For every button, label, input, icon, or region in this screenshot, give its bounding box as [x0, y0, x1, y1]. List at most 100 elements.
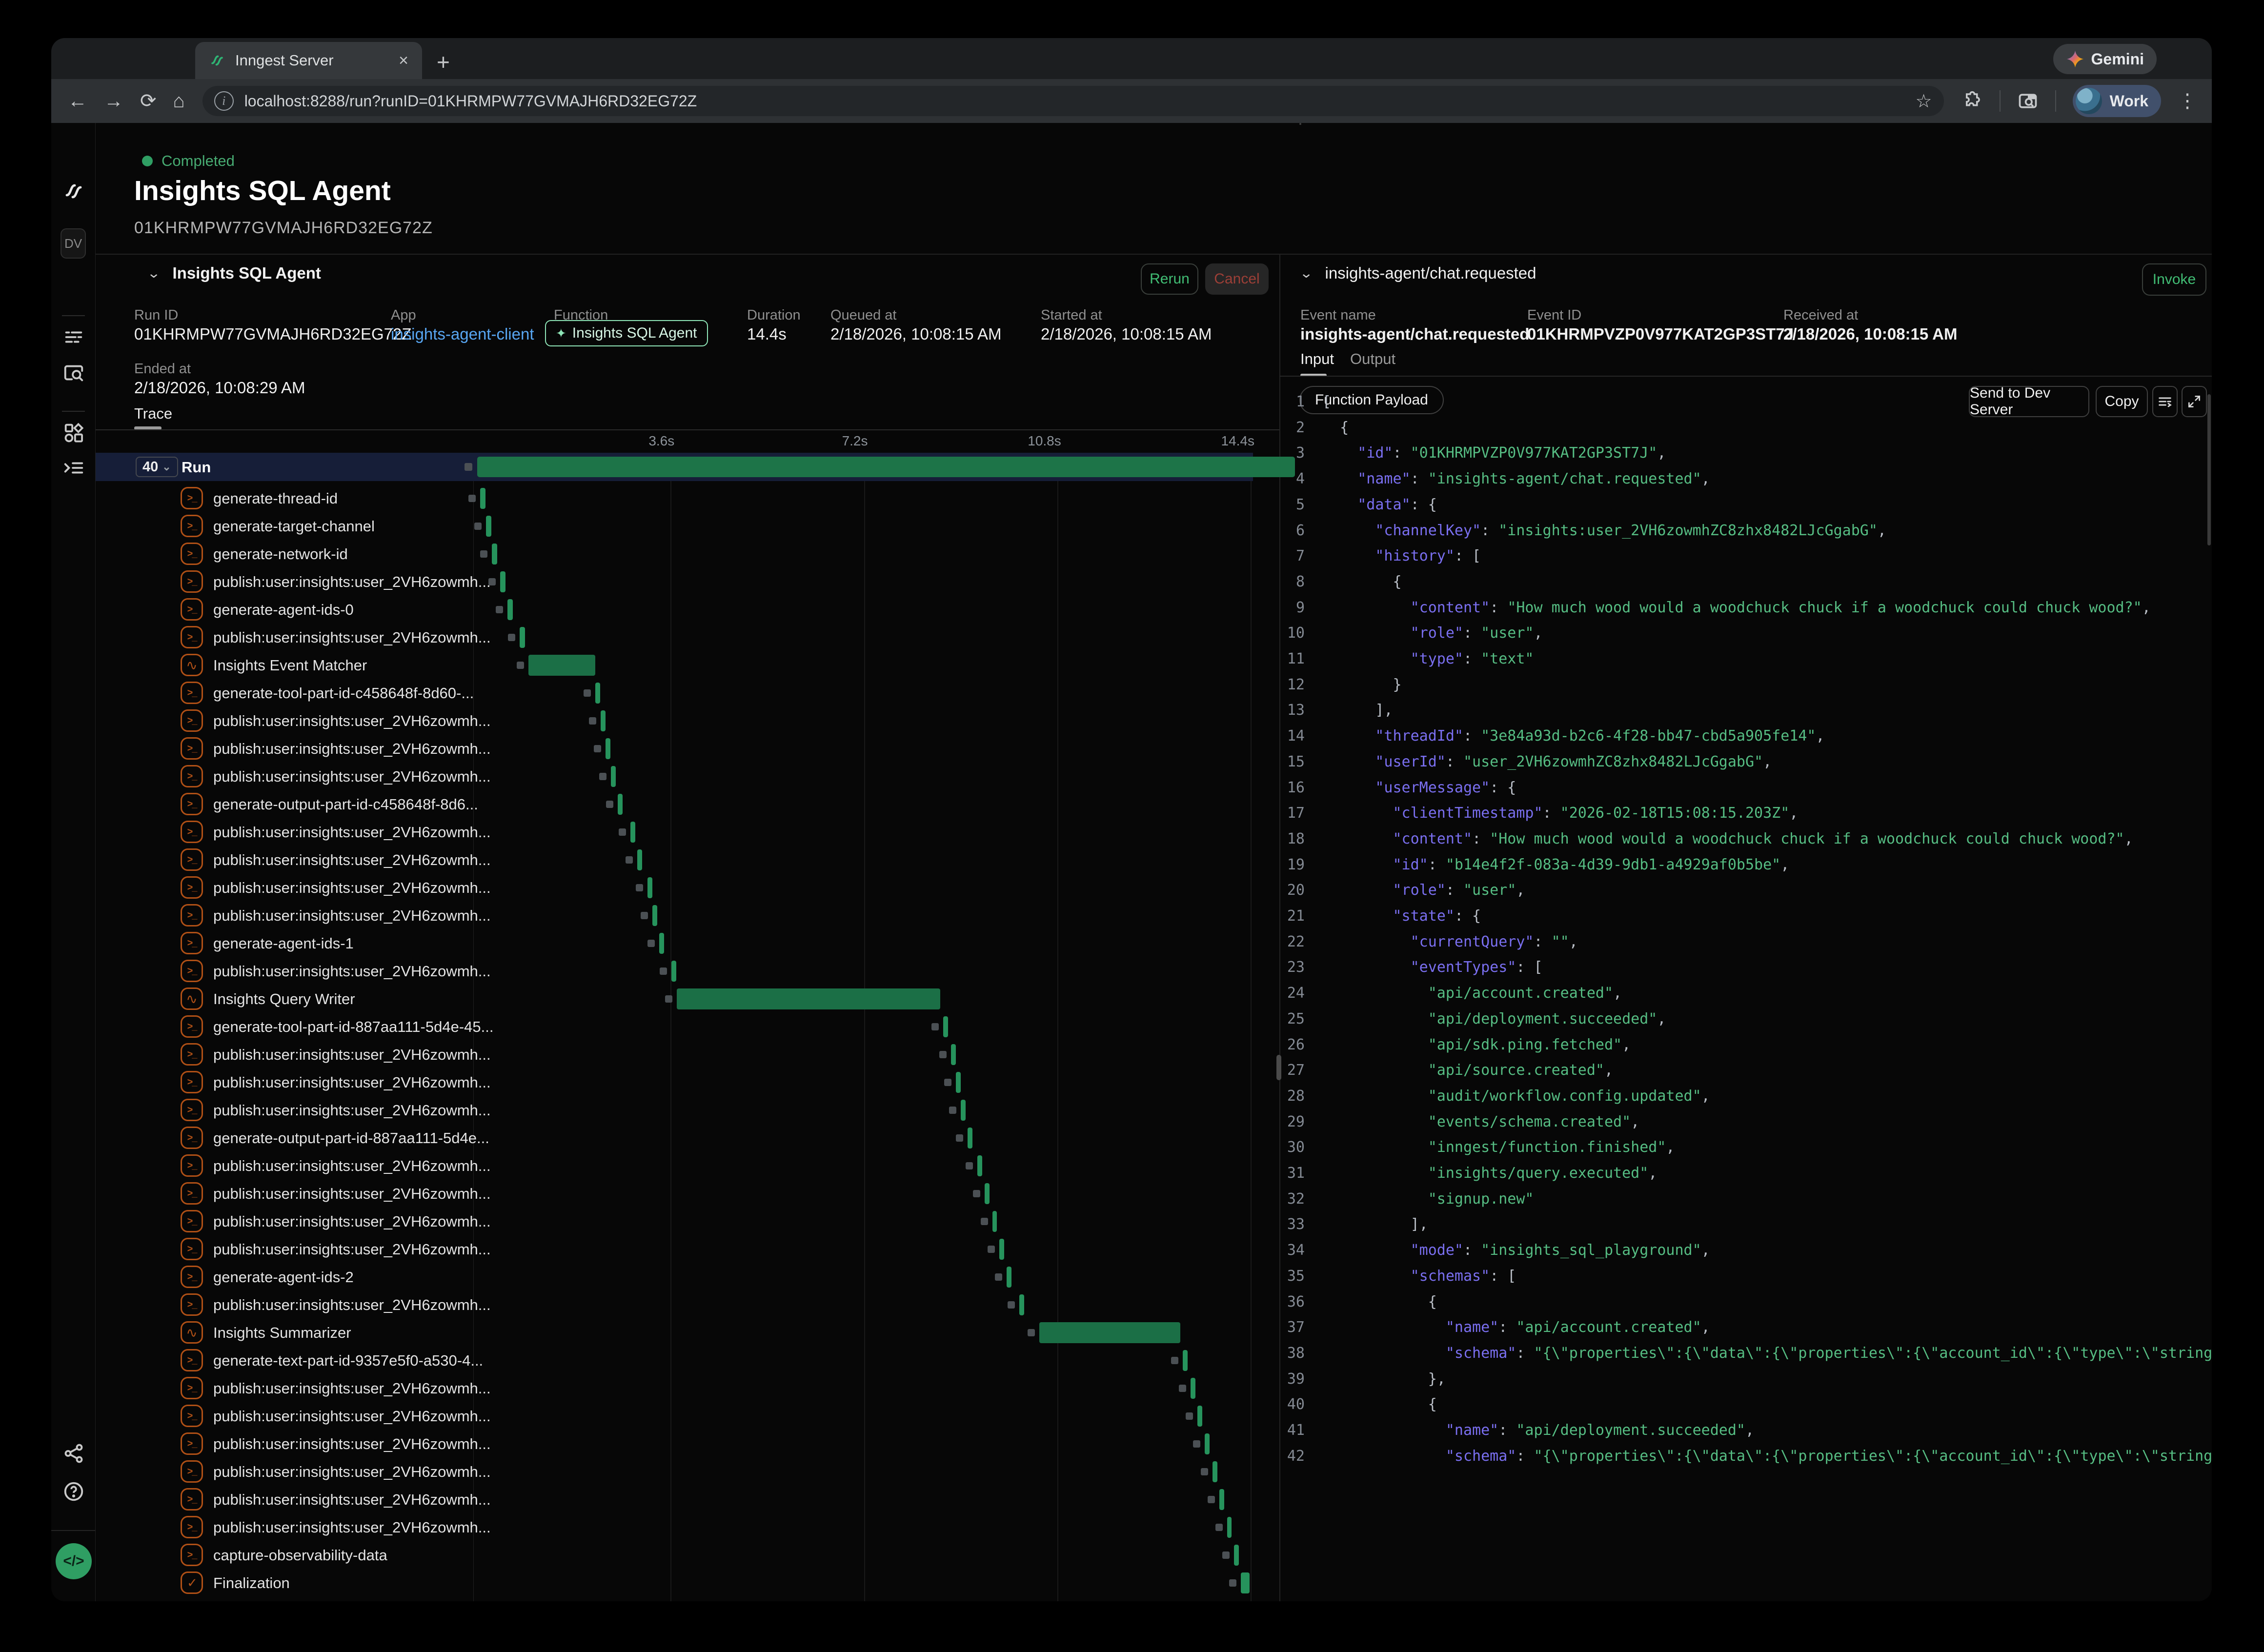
trace-row[interactable]: >_generate-output-part-id-c458648f-8d6..… — [51, 790, 1279, 818]
trace-row[interactable]: >_publish:user:insights:user_2VH6zowmh..… — [51, 707, 1279, 735]
trace-row[interactable]: >_publish:user:insights:user_2VH6zowmh..… — [51, 818, 1279, 846]
span-bar[interactable] — [595, 683, 600, 704]
forward-icon[interactable]: → — [104, 90, 123, 112]
trace-row[interactable]: >_generate-tool-part-id-887aa111-5d4e-45… — [51, 1013, 1279, 1041]
span-bar[interactable] — [1007, 1267, 1011, 1288]
trace-row[interactable]: >_generate-text-part-id-9357e5f0-a530-4.… — [51, 1347, 1279, 1374]
trace-row[interactable]: >_publish:user:insights:user_2VH6zowmh..… — [51, 1291, 1279, 1319]
span-bar[interactable] — [659, 933, 664, 954]
inngest-logo-icon[interactable] — [51, 180, 96, 203]
span-bar[interactable] — [647, 877, 652, 898]
trace-row[interactable]: >_generate-agent-ids-2 — [51, 1263, 1279, 1291]
trace-row[interactable]: >_generate-agent-ids-0 — [51, 596, 1279, 624]
span-bar[interactable] — [677, 988, 940, 1009]
span-bar[interactable] — [652, 905, 657, 926]
trace-row[interactable]: ∿Insights Query Writer — [51, 985, 1279, 1013]
rerun-button[interactable]: Rerun — [1141, 263, 1198, 295]
run-span-bar[interactable] — [477, 457, 1295, 477]
span-count-toggle[interactable]: 40⌄ — [136, 457, 178, 477]
span-bar[interactable] — [480, 488, 485, 509]
trace-row[interactable]: >_publish:user:insights:user_2VH6zowmh..… — [51, 846, 1279, 874]
sidebar-item-runs[interactable] — [51, 326, 96, 348]
trace-row[interactable]: >_publish:user:insights:user_2VH6zowmh..… — [51, 735, 1279, 763]
span-bar[interactable] — [671, 961, 676, 982]
span-bar[interactable] — [1191, 1378, 1195, 1399]
span-bar[interactable] — [637, 849, 642, 870]
tab-output[interactable]: Output — [1350, 350, 1395, 368]
run-accordion[interactable]: ⌄ Insights SQL Agent — [147, 263, 321, 283]
gemini-button[interactable]: Gemini — [2053, 44, 2157, 74]
cancel-button[interactable]: Cancel — [1205, 263, 1269, 295]
span-bar[interactable] — [528, 655, 596, 676]
span-bar[interactable] — [520, 627, 525, 648]
code-scrollbar[interactable] — [2207, 394, 2211, 545]
trace-run-row[interactable]: 40⌄ Run — [96, 453, 1253, 481]
trace-row[interactable]: >_publish:user:insights:user_2VH6zowmh..… — [51, 1402, 1279, 1430]
trace-row[interactable]: ∿Insights Summarizer — [51, 1319, 1279, 1347]
trace-row[interactable]: >_generate-agent-ids-1 — [51, 929, 1279, 957]
chevron-down-icon[interactable]: ⌄ — [1299, 265, 1314, 281]
tab-input[interactable]: Input — [1300, 350, 1334, 368]
span-bar[interactable] — [992, 1211, 997, 1232]
trace-row[interactable]: >_publish:user:insights:user_2VH6zowmh..… — [51, 1041, 1279, 1068]
span-bar[interactable] — [492, 544, 497, 564]
span-bar[interactable] — [985, 1183, 990, 1204]
trace-row[interactable]: >_publish:user:insights:user_2VH6zowmh..… — [51, 874, 1279, 902]
trace-row[interactable]: >_publish:user:insights:user_2VH6zowmh..… — [51, 568, 1279, 596]
trace-row[interactable]: ∿Insights Event Matcher — [51, 651, 1279, 679]
trace-row[interactable]: >_publish:user:insights:user_2VH6zowmh..… — [51, 1096, 1279, 1124]
span-bar[interactable] — [630, 822, 635, 843]
span-bar[interactable] — [951, 1044, 956, 1065]
field-value[interactable]: insights-agent-client — [391, 325, 534, 343]
menu-kebab-icon[interactable]: ⋮ — [2178, 90, 2197, 112]
profile-chip[interactable]: Work — [2073, 85, 2161, 117]
span-bar[interactable] — [601, 710, 606, 731]
sidebar-item-inspect[interactable] — [51, 362, 96, 384]
span-bar[interactable] — [1183, 1350, 1188, 1371]
span-bar[interactable] — [1213, 1461, 1217, 1482]
site-info-icon[interactable]: i — [214, 91, 234, 111]
span-bar[interactable] — [968, 1128, 972, 1148]
reload-icon[interactable]: ⟳ — [140, 90, 157, 112]
trace-row[interactable]: >_publish:user:insights:user_2VH6zowmh..… — [51, 1374, 1279, 1402]
trace-row[interactable]: >_generate-output-part-id-887aa111-5d4e.… — [51, 1124, 1279, 1152]
span-bar[interactable] — [486, 516, 491, 537]
payload-code-editor[interactable]: 1[2 {3 "id": "01KHRMPVZP0V977KAT2GP3ST7J… — [1279, 386, 2212, 1601]
invoke-button[interactable]: Invoke — [2142, 263, 2206, 296]
bookmark-star-icon[interactable]: ☆ — [1916, 90, 1932, 112]
span-bar[interactable] — [1234, 1545, 1239, 1566]
trace-row[interactable]: >_publish:user:insights:user_2VH6zowmh..… — [51, 1152, 1279, 1180]
function-badge[interactable]: ✦Insights SQL Agent — [545, 320, 708, 346]
span-bar[interactable] — [943, 1016, 948, 1037]
env-badge[interactable]: DV — [61, 228, 86, 259]
event-accordion[interactable]: ⌄ insights-agent/chat.requested — [1299, 263, 1536, 283]
trace-row[interactable]: ✓Finalization — [51, 1569, 1279, 1597]
trace-row[interactable]: >_publish:user:insights:user_2VH6zowmh..… — [51, 1068, 1279, 1096]
trace-row[interactable]: >_publish:user:insights:user_2VH6zowmh..… — [51, 1208, 1279, 1235]
tab-close-icon[interactable]: × — [399, 51, 408, 70]
sidebar-item-apps[interactable] — [51, 422, 96, 444]
trace-row[interactable]: >_publish:user:insights:user_2VH6zowmh..… — [51, 763, 1279, 790]
trace-row[interactable]: >_generate-thread-id — [51, 484, 1279, 512]
tab-trace[interactable]: Trace — [134, 405, 172, 423]
trace-row[interactable]: >_publish:user:insights:user_2VH6zowmh..… — [51, 957, 1279, 985]
back-icon[interactable]: ← — [68, 90, 87, 112]
span-bar[interactable] — [1019, 1294, 1024, 1315]
trace-row[interactable]: >_publish:user:insights:user_2VH6zowmh..… — [51, 1458, 1279, 1486]
trace-row[interactable]: >_capture-observability-data — [51, 1541, 1279, 1569]
span-bar[interactable] — [1219, 1489, 1224, 1510]
trace-row[interactable]: >_publish:user:insights:user_2VH6zowmh..… — [51, 902, 1279, 929]
span-bar[interactable] — [956, 1072, 961, 1093]
trace-row[interactable]: >_publish:user:insights:user_2VH6zowmh..… — [51, 1430, 1279, 1458]
span-bar[interactable] — [977, 1155, 982, 1176]
span-bar[interactable] — [618, 794, 623, 815]
span-bar[interactable] — [500, 571, 505, 592]
browser-tab[interactable]: Inngest Server × — [195, 42, 422, 79]
trace-row[interactable]: >_publish:user:insights:user_2VH6zowmh..… — [51, 624, 1279, 651]
chevron-down-icon[interactable]: ⌄ — [147, 265, 161, 281]
span-bar[interactable] — [611, 766, 616, 787]
span-bar[interactable] — [606, 738, 610, 759]
span-bar[interactable] — [1197, 1406, 1202, 1427]
tab-search-icon[interactable] — [2017, 90, 2039, 112]
home-icon[interactable]: ⌂ — [173, 90, 185, 112]
